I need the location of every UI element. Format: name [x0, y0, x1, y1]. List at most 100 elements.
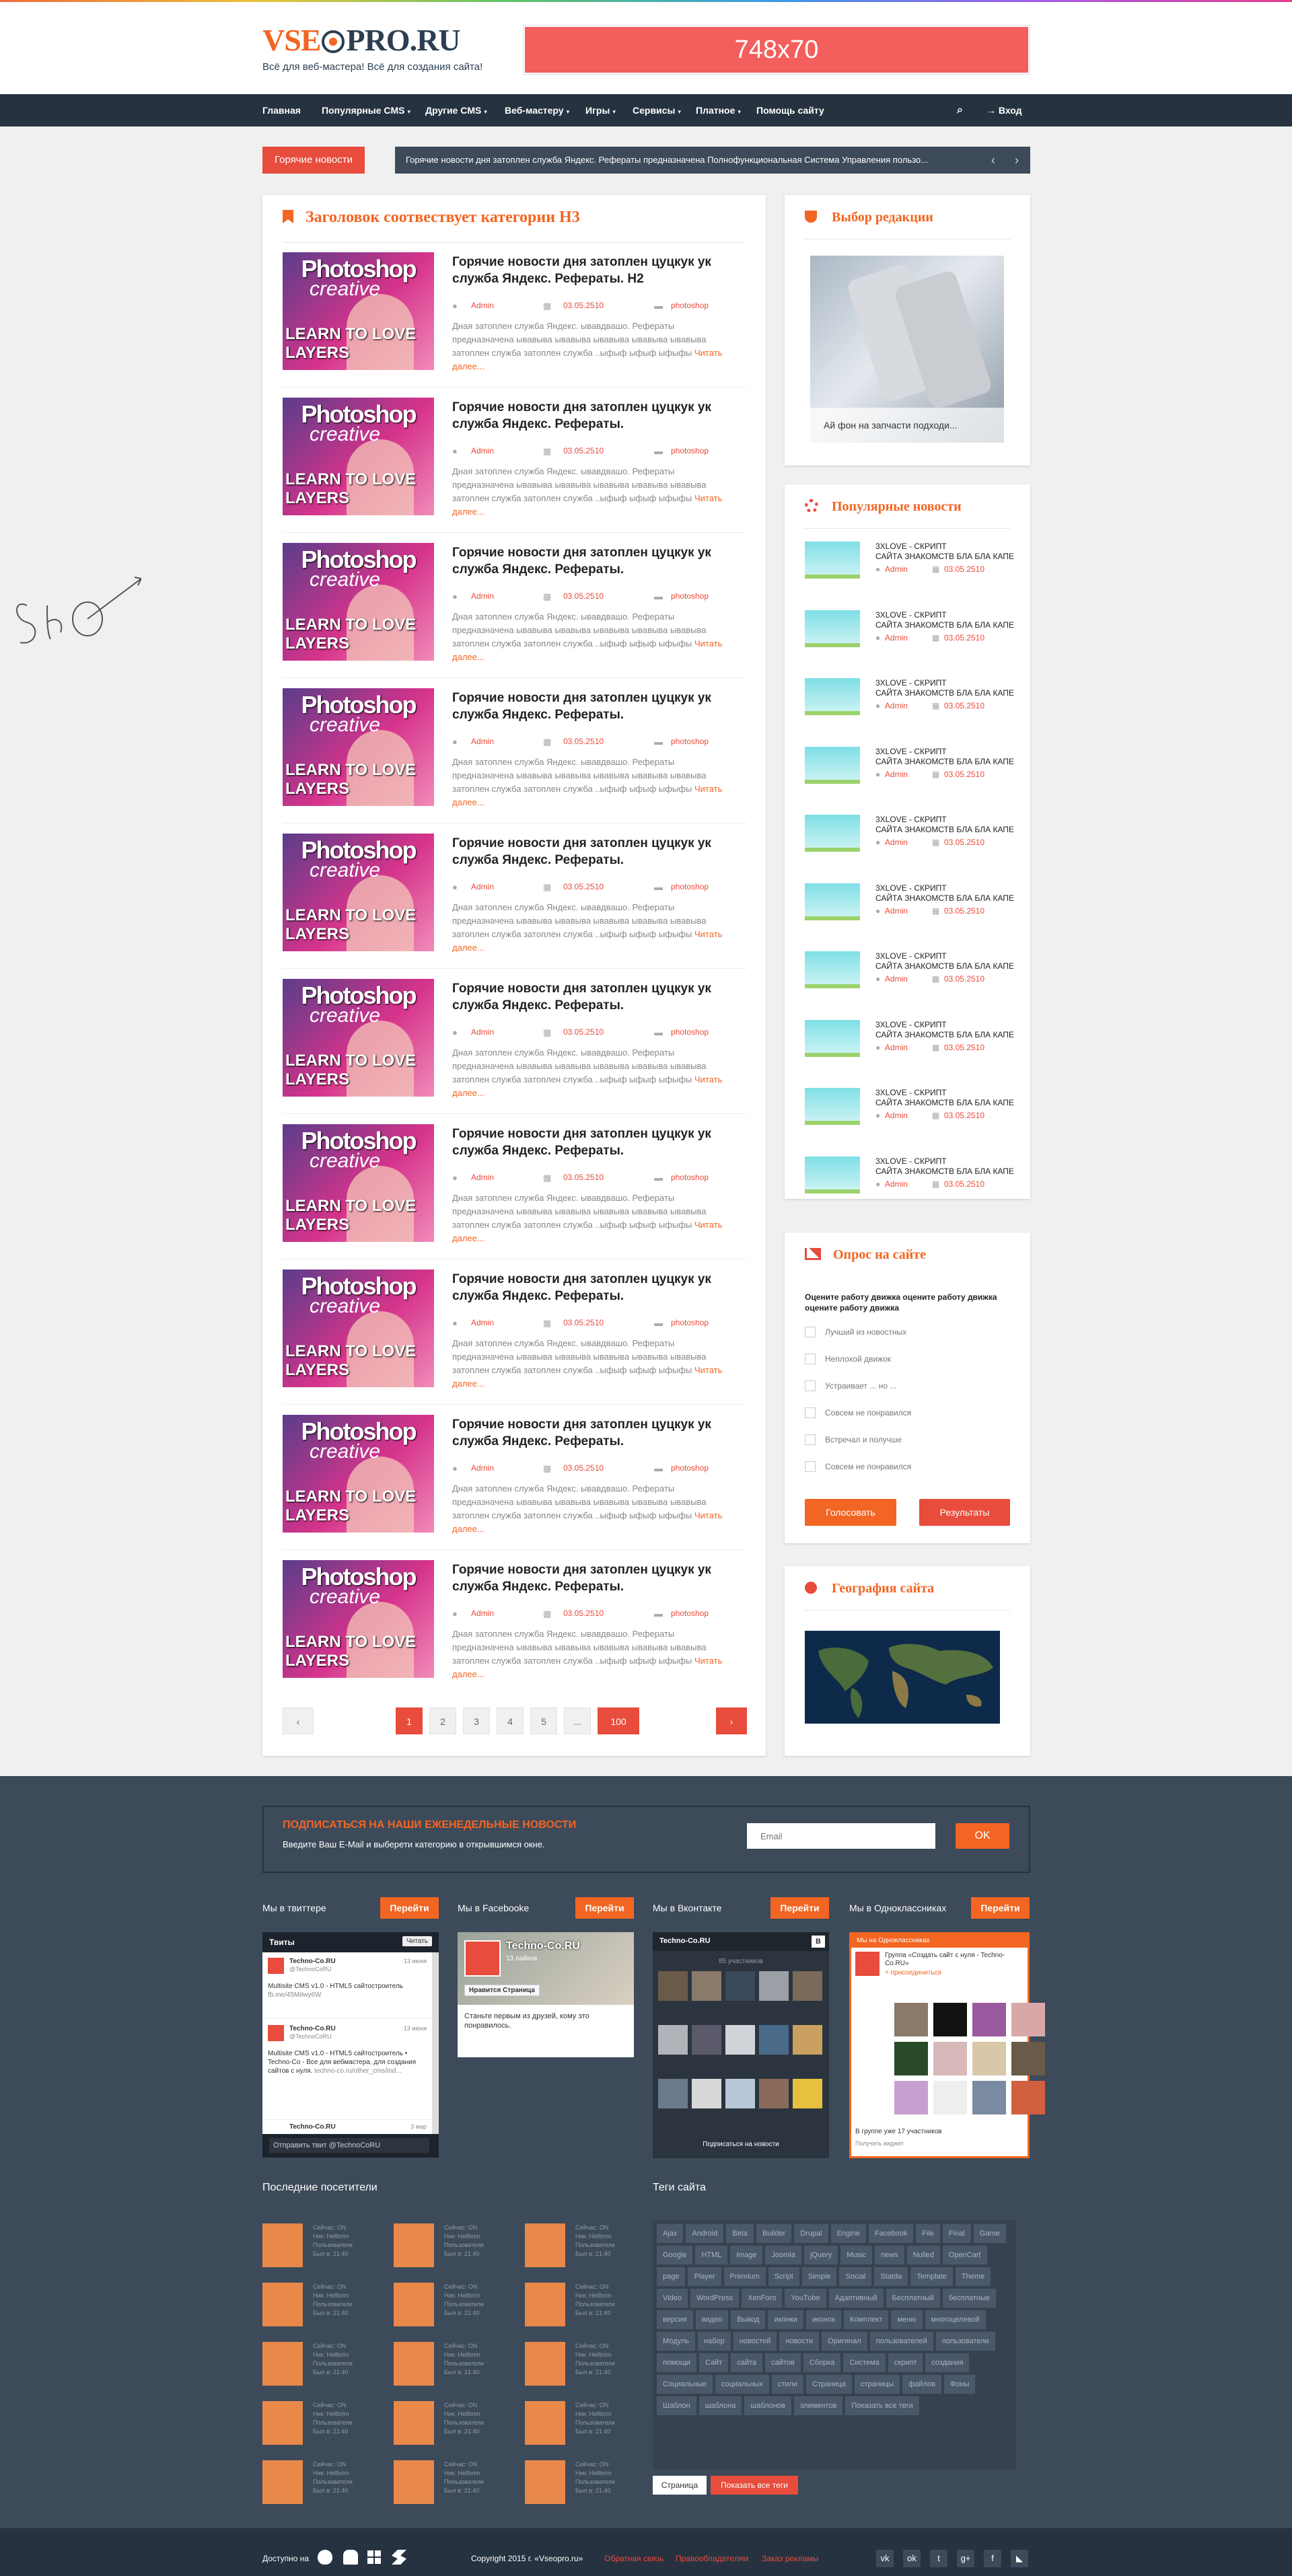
popular-news-item[interactable]: 3XLOVE - СКРИПТ САЙТА ЗНАКОМСТВ БЛА БЛА К… — [805, 678, 1014, 719]
tag-item[interactable]: Показать все теги — [845, 2396, 919, 2415]
poll-option[interactable]: Совсем не понравился — [805, 1406, 1007, 1420]
tag-item[interactable]: WordPress — [690, 2289, 740, 2308]
tag-item[interactable]: Модуль — [657, 2332, 695, 2351]
article-title[interactable]: Горячие новости дня затоплен цуцкук ук с… — [452, 1416, 748, 1450]
tag-item[interactable]: новостей — [733, 2332, 777, 2351]
tag-item[interactable]: помощи — [657, 2353, 696, 2372]
send-tweet-input[interactable]: Отправить твит @TechnoCoRU — [269, 2138, 429, 2153]
article-author[interactable]: Admin — [471, 737, 494, 746]
visitor-item[interactable]: Сейчас: ON Ник: Hellbrim Пользователи Был в… — [262, 2460, 390, 2511]
article-category[interactable]: photoshop — [671, 1609, 709, 1618]
popular-news-item[interactable]: 3XLOVE - СКРИПТ САЙТА ЗНАКОМСТВ БЛА БЛА К… — [805, 542, 1014, 582]
search-icon[interactable]: ⌕ — [957, 94, 963, 126]
feedback-link[interactable]: Обратная связь — [604, 2554, 663, 2563]
ok-member-avatar[interactable] — [894, 2042, 928, 2075]
article-thumbnail[interactable]: Photoshop creative LEARN TO LOVE LAYERS — [283, 688, 434, 806]
tweet-link[interactable]: fb.me/45MiIwy6W — [268, 1991, 321, 1999]
ok-member-avatar[interactable] — [972, 2081, 1006, 2114]
vk-member-avatar[interactable] — [692, 1971, 721, 2001]
email-input[interactable] — [747, 1823, 935, 1849]
tag-item[interactable]: image — [730, 2246, 763, 2265]
tag-item[interactable]: Engine — [830, 2224, 866, 2243]
ticker-next-icon[interactable]: › — [1011, 154, 1022, 166]
article-title[interactable]: Горячие новости дня затоплен цуцкук ук с… — [452, 690, 748, 723]
article-category[interactable]: photoshop — [671, 1463, 709, 1473]
hot-news-label[interactable]: Горячие новости — [262, 147, 365, 174]
ticker-prev-icon[interactable]: ‹ — [988, 154, 999, 166]
poll-checkbox[interactable] — [805, 1381, 816, 1391]
article-category[interactable]: photoshop — [671, 1027, 709, 1037]
vk-member-avatar[interactable] — [658, 1971, 688, 2001]
advertising-link[interactable]: Заказ рекламы — [762, 2554, 818, 2563]
show-all-tags-button[interactable]: Показать все теги — [711, 2476, 798, 2495]
vk-member-avatar[interactable] — [759, 2025, 789, 2055]
tag-item[interactable]: Joomla — [765, 2246, 801, 2265]
vk-member-avatar[interactable] — [759, 2079, 789, 2108]
vk-subscribe-link[interactable]: Подписаться на новости — [653, 2141, 829, 2148]
ok-member-avatar[interactable] — [894, 2081, 928, 2114]
header-ad-banner[interactable]: 748х70 — [524, 26, 1030, 74]
site-logo[interactable]: VSE PRO.RU — [262, 22, 461, 58]
tag-item[interactable]: Сайт — [698, 2353, 729, 2372]
article-author[interactable]: Admin — [471, 446, 494, 455]
article-title[interactable]: Горячие новости дня затоплен цуцкук ук с… — [452, 835, 748, 869]
scrollbar[interactable] — [432, 1952, 439, 2134]
vk-member-avatar[interactable] — [725, 2025, 755, 2055]
tags-page-button[interactable]: Страница — [653, 2476, 707, 2495]
article-author[interactable]: Admin — [471, 1609, 494, 1618]
article-category[interactable]: photoshop — [671, 1173, 709, 1182]
tag-item[interactable]: Шаблон — [657, 2396, 696, 2415]
poll-checkbox[interactable] — [805, 1327, 816, 1337]
poll-option[interactable]: Неплохой движок — [805, 1352, 1007, 1366]
tag-item[interactable]: Game — [973, 2224, 1006, 2243]
google-plus-icon[interactable]: g+ — [957, 2550, 974, 2567]
poll-checkbox[interactable] — [805, 1461, 816, 1472]
article-author[interactable]: Admin — [471, 1463, 494, 1473]
article-category[interactable]: photoshop — [671, 882, 709, 891]
tag-item[interactable]: Drupal — [794, 2224, 828, 2243]
article-thumbnail[interactable]: Photoshop creative LEARN TO LOVE LAYERS — [283, 543, 434, 661]
tag-item[interactable]: страницы — [854, 2375, 900, 2394]
tag-item[interactable]: бесплатные — [942, 2289, 997, 2308]
tag-item[interactable]: Statda — [874, 2267, 908, 2286]
nav-item-games[interactable]: Игры ▾ — [585, 94, 616, 126]
nav-item-services[interactable]: Сервисы ▾ — [633, 94, 681, 126]
twitter-icon[interactable]: t — [930, 2550, 947, 2567]
tag-item[interactable]: Google — [657, 2246, 693, 2265]
tag-item[interactable]: меню — [891, 2310, 923, 2329]
tag-item[interactable]: Nulled — [906, 2246, 940, 2265]
tag-item[interactable]: Ajax — [657, 2224, 684, 2243]
popular-news-item[interactable]: 3XLOVE - СКРИПТ САЙТА ЗНАКОМСТВ БЛА БЛА К… — [805, 1088, 1014, 1128]
visitor-item[interactable]: Сейчас: ON Ник: Hellbrim Пользователи Был в… — [262, 2342, 390, 2392]
tag-item[interactable]: скрипт — [888, 2353, 923, 2372]
article-title[interactable]: Горячие новости дня затоплен цуцкук ук с… — [452, 980, 748, 1014]
nav-item-popular-cms[interactable]: Популярные CMS ▾ — [322, 94, 410, 126]
vk-member-avatar[interactable] — [793, 1971, 822, 2001]
vk-go-button[interactable]: Перейти — [770, 1897, 829, 1919]
page-1[interactable]: 1 — [396, 1707, 423, 1734]
vk-member-avatar[interactable] — [692, 2079, 721, 2108]
tag-item[interactable]: Template — [910, 2267, 953, 2286]
popular-news-item[interactable]: 3XLOVE - СКРИПТ САЙТА ЗНАКОМСТВ БЛА БЛА К… — [805, 815, 1014, 855]
article-title[interactable]: Горячие новости дня затоплен цуцкук ук с… — [452, 1561, 748, 1595]
ok-member-avatar[interactable] — [933, 2081, 967, 2114]
vk-member-avatar[interactable] — [725, 2079, 755, 2108]
popular-news-item[interactable]: 3XLOVE - СКРИПТ САЙТА ЗНАКОМСТВ БЛА БЛА К… — [805, 951, 1014, 992]
twitter-follow-button[interactable]: Читать — [402, 1936, 432, 1946]
tag-item[interactable]: файлов — [902, 2375, 941, 2394]
tag-item[interactable]: новости — [779, 2332, 820, 2351]
vk-member-avatar[interactable] — [658, 2079, 688, 2108]
vk-member-avatar[interactable] — [725, 1971, 755, 2001]
popular-news-item[interactable]: 3XLOVE - СКРИПТ САЙТА ЗНАКОМСТВ БЛА БЛА К… — [805, 746, 1014, 787]
tag-item[interactable]: YouTube — [785, 2289, 826, 2308]
odnoklassniki-icon[interactable]: ok — [903, 2550, 921, 2567]
article-thumbnail[interactable]: Photoshop creative LEARN TO LOVE LAYERS — [283, 252, 434, 370]
popular-news-item[interactable]: 3XLOVE - СКРИПТ САЙТА ЗНАКОМСТВ БЛА БЛА К… — [805, 883, 1014, 924]
tag-item[interactable]: иконок — [805, 2310, 841, 2329]
tag-item[interactable]: создания — [925, 2353, 970, 2372]
tag-item[interactable]: Social — [839, 2267, 872, 2286]
visitor-item[interactable]: Сейчас: ON Ник: Hellbrim Пользователи Был в… — [394, 2223, 522, 2274]
tag-item[interactable]: Simple — [801, 2267, 837, 2286]
tag-item[interactable]: сайтов — [765, 2353, 801, 2372]
tag-item[interactable]: Music — [840, 2246, 873, 2265]
